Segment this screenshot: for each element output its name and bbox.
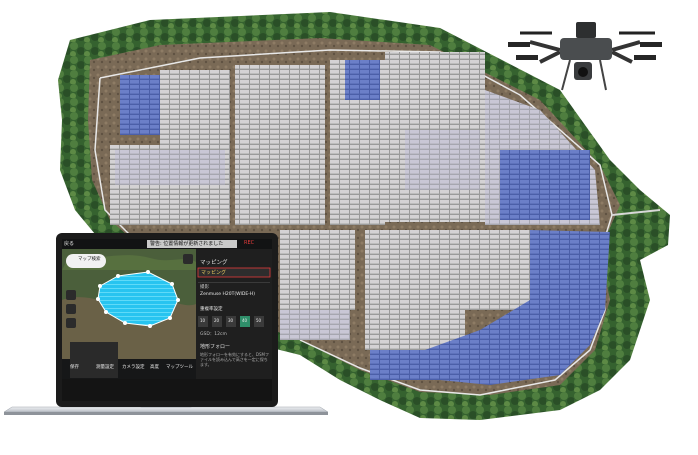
bottom-bar-item[interactable]: カメラ設定 xyxy=(122,364,145,370)
map-search[interactable]: マップ検索 xyxy=(78,256,101,262)
overlap-option[interactable]: 10 xyxy=(200,318,205,323)
panel-overlap-label: 重複率設定 xyxy=(200,307,223,312)
panel-distance-label: GSD：12cm xyxy=(200,332,227,337)
panel-mode-tab[interactable]: マッピング xyxy=(201,269,226,276)
rec-badge: REC xyxy=(244,240,255,246)
panel-follow-desc: 地形フォローを有効にすると、DSMファイルを読み込んで高さを一定に保ちます。 xyxy=(200,352,269,367)
bottom-bar-item[interactable]: マップツール xyxy=(166,364,193,370)
bottom-bar-item[interactable]: 測量設定 xyxy=(96,364,114,370)
panel-mode-title: マッピング xyxy=(200,260,228,266)
bottom-bar-item[interactable]: 高度 xyxy=(150,364,159,370)
overlap-option-selected[interactable]: 40 xyxy=(242,318,247,323)
panel-section-label: 撮影 xyxy=(200,285,209,290)
panel-camera-name[interactable]: Zenmuse H20T(WIDE-H) xyxy=(200,292,255,297)
bottom-bar-item[interactable]: 保存 xyxy=(70,364,79,370)
overlap-option[interactable]: 50 xyxy=(256,318,261,323)
overlap-option[interactable]: 30 xyxy=(228,318,233,323)
notice-text: 警告: 位置情報が更新されました xyxy=(150,241,224,247)
overlap-option[interactable]: 20 xyxy=(214,318,219,323)
back-button[interactable]: 戻る xyxy=(64,240,74,247)
solar-farm-illustration xyxy=(3,12,670,420)
panel-follow-label: 地形フォロー xyxy=(200,344,231,350)
